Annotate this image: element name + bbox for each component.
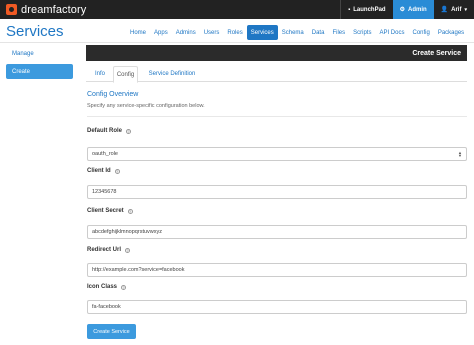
launchpad-icon: ▪ <box>348 6 351 13</box>
panel-header: Create Service <box>86 45 467 61</box>
logo-text: dreamfactory <box>21 3 87 16</box>
nav-apps[interactable]: Apps <box>150 25 172 40</box>
nav-admins[interactable]: Admins <box>172 25 200 40</box>
section-description: Specify any service-specific configurati… <box>87 103 205 109</box>
default-role-select[interactable]: oauth_role ▲ ▼ <box>87 147 467 161</box>
default-role-value: oauth_role <box>92 151 118 157</box>
main-nav: Home Apps Admins Users Roles Services Sc… <box>126 25 468 40</box>
admin-label: Admin <box>407 6 427 13</box>
page-title: Services <box>6 23 64 40</box>
user-icon: 👤 <box>440 7 449 13</box>
nav-api-docs[interactable]: API Docs <box>375 25 408 40</box>
client-secret-input[interactable]: abcdefghijklmnopqrstuvwxyz <box>87 225 467 239</box>
launchpad-button[interactable]: ▪ LaunchPad <box>340 0 392 19</box>
nav-data[interactable]: Data <box>308 25 329 40</box>
icon-class-input[interactable]: fa-facebook <box>87 300 467 314</box>
redirect-url-label-text: Redirect Url <box>87 247 122 253</box>
help-icon[interactable]: ? <box>126 128 132 134</box>
top-right-menu: ▪ LaunchPad ⚙ Admin 👤 Arif ▾ <box>340 0 474 19</box>
default-role-label: Default Role ? <box>87 128 132 134</box>
client-secret-label: Client Secret ? <box>87 208 133 214</box>
tab-info[interactable]: Info <box>88 66 112 82</box>
create-service-button[interactable]: Create Service <box>87 324 136 339</box>
redirect-url-value: http://example.com?service=facebook <box>92 267 185 273</box>
redirect-url-input[interactable]: http://example.com?service=facebook <box>87 263 467 277</box>
client-id-label: Client Id ? <box>87 168 120 174</box>
tab-service-definition[interactable]: Service Definition <box>142 66 202 82</box>
icon-class-value: fa-facebook <box>92 304 121 310</box>
nav-scripts[interactable]: Scripts <box>349 25 375 40</box>
icon-class-label: Icon Class ? <box>87 284 127 290</box>
client-secret-value: abcdefghijklmnopqrstuvwxyz <box>92 229 163 235</box>
select-arrows-icon: ▲ ▼ <box>458 150 462 158</box>
redirect-url-label: Redirect Url ? <box>87 247 131 253</box>
tab-config[interactable]: Config <box>113 66 138 83</box>
nav-files[interactable]: Files <box>328 25 349 40</box>
section-divider <box>87 116 467 117</box>
help-icon[interactable]: ? <box>125 247 131 253</box>
nav-users[interactable]: Users <box>200 25 224 40</box>
nav-config[interactable]: Config <box>408 25 433 40</box>
chevron-down-icon: ▾ <box>464 6 467 13</box>
section-title: Config Overview <box>87 91 139 98</box>
launchpad-label: LaunchPad <box>353 6 386 13</box>
help-icon[interactable]: ? <box>114 168 120 174</box>
help-icon[interactable]: ? <box>127 208 133 214</box>
logo-mark-icon <box>6 4 17 15</box>
gear-icon: ⚙ <box>399 7 405 13</box>
nav-services[interactable]: Services <box>246 25 278 40</box>
client-id-input[interactable]: 12345678 <box>87 185 467 199</box>
create-service-label: Create Service <box>93 328 130 335</box>
service-tabs: Info Config Service Definition <box>86 66 467 83</box>
nav-schema[interactable]: Schema <box>278 25 308 40</box>
sidebar: Manage Create <box>6 46 73 82</box>
client-secret-label-text: Client Secret <box>87 208 124 214</box>
nav-home[interactable]: Home <box>126 25 150 40</box>
dreamfactory-logo[interactable]: dreamfactory <box>6 3 86 16</box>
sidebar-item-manage[interactable]: Manage <box>6 46 73 61</box>
sidebar-item-create[interactable]: Create <box>6 64 73 79</box>
nav-packages[interactable]: Packages <box>434 25 468 40</box>
header-divider <box>0 42 474 43</box>
client-id-value: 12345678 <box>92 189 117 195</box>
nav-roles[interactable]: Roles <box>223 25 246 40</box>
user-label: Arif <box>451 6 462 13</box>
panel-header-title: Create Service <box>412 49 461 57</box>
help-icon[interactable]: ? <box>121 284 127 290</box>
top-navbar: dreamfactory ▪ LaunchPad ⚙ Admin 👤 Arif … <box>0 0 474 19</box>
admin-button[interactable]: ⚙ Admin <box>392 0 434 19</box>
client-id-label-text: Client Id <box>87 168 111 174</box>
icon-class-label-text: Icon Class <box>87 284 118 290</box>
default-role-label-text: Default Role <box>87 128 123 134</box>
user-menu-button[interactable]: 👤 Arif ▾ <box>434 0 474 19</box>
